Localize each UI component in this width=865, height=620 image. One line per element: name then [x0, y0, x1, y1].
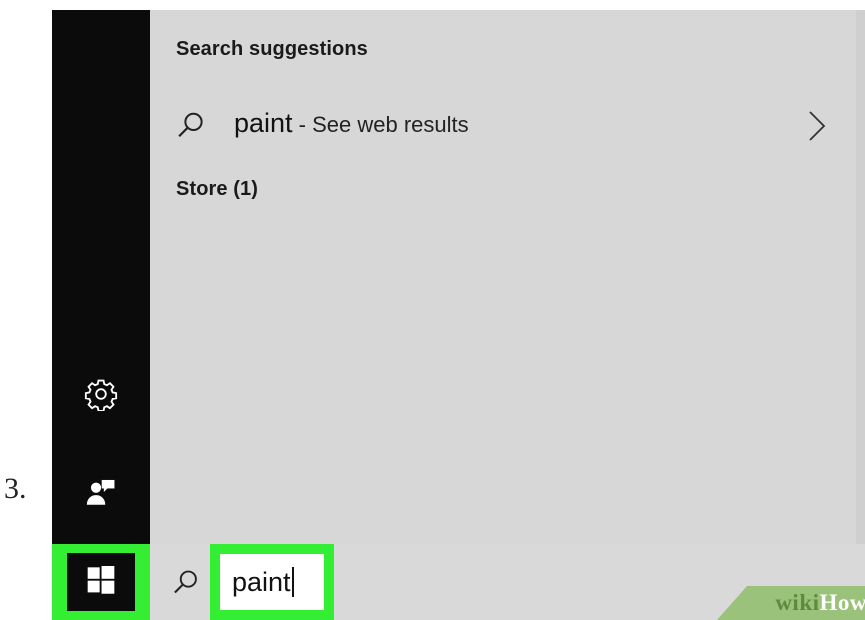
start-button[interactable] — [52, 544, 150, 620]
store-heading[interactable]: Store (1) — [176, 178, 258, 201]
gear-icon — [84, 377, 118, 416]
start-button-inner — [67, 553, 135, 611]
suggestion-item-paint[interactable]: paint - See web results — [150, 96, 856, 152]
search-icon — [172, 568, 200, 601]
start-menu-rail — [52, 10, 150, 544]
wikihow-watermark: wikiHow — [717, 576, 865, 620]
start-menu-screenshot: Search suggestions paint - See web resul… — [52, 10, 865, 620]
watermark-logo-text: wikiHow — [775, 590, 865, 616]
search-suggestions-heading: Search suggestions — [176, 38, 368, 60]
watermark-wiki: wiki — [775, 590, 820, 615]
text-caret — [291, 567, 294, 597]
search-input-highlight: paint — [210, 544, 334, 620]
search-input[interactable]: paint — [220, 554, 324, 610]
chevron-right-icon[interactable] — [808, 110, 826, 147]
settings-button[interactable] — [52, 367, 150, 425]
suggestion-suffix: - See web results — [292, 112, 469, 137]
suggestion-query: paint — [234, 108, 293, 138]
watermark-how: How — [819, 590, 865, 615]
account-button[interactable] — [52, 465, 150, 523]
search-results-panel: Search suggestions paint - See web resul… — [150, 10, 856, 544]
step-number: 3. — [4, 472, 27, 505]
suggestion-text: paint - See web results — [234, 108, 469, 139]
taskbar-search-bar: paint wikiHow — [150, 544, 865, 620]
user-account-icon — [84, 475, 118, 514]
windows-logo-icon — [85, 564, 117, 601]
search-input-value: paint — [232, 566, 291, 597]
search-icon — [176, 110, 206, 145]
panel-edge — [856, 10, 865, 544]
